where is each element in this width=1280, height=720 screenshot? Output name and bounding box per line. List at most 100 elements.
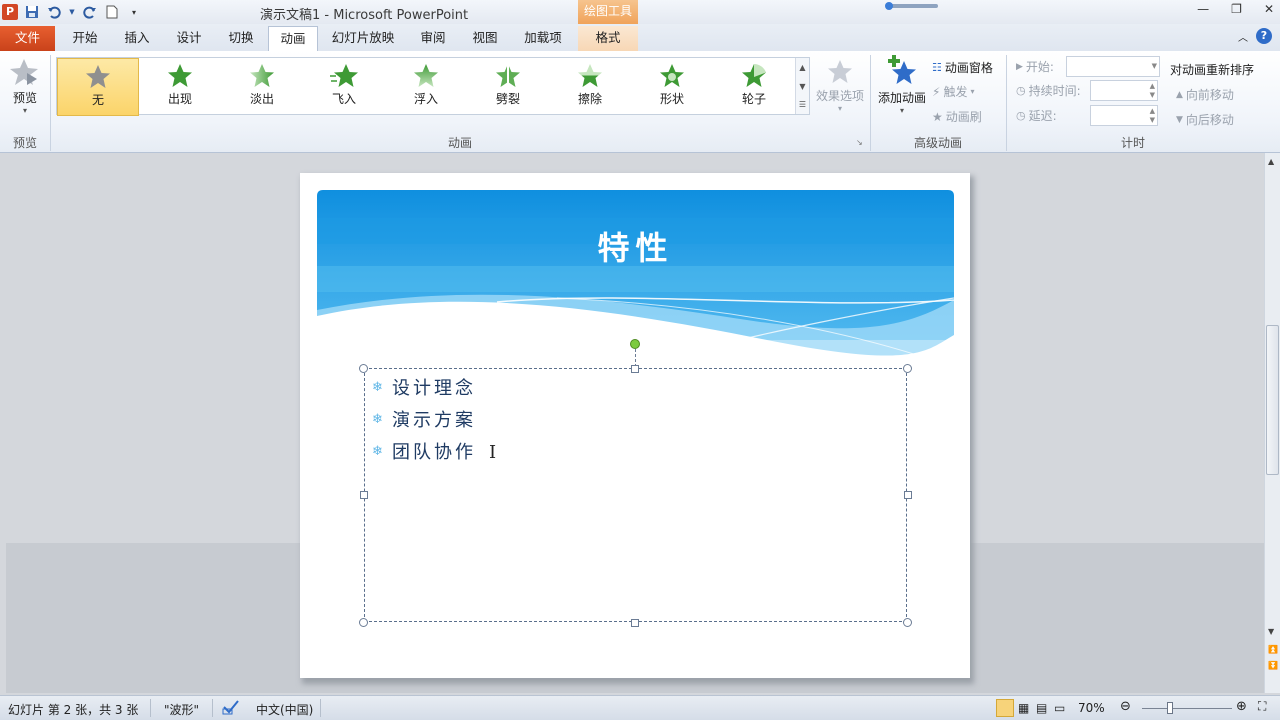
group-label-animation: 动画 xyxy=(447,136,472,150)
tab-view[interactable]: 视图 xyxy=(462,26,508,51)
animation-label: 劈裂 xyxy=(495,92,520,106)
animation-painter-icon: ★ xyxy=(932,109,943,124)
save-icon[interactable] xyxy=(24,4,40,20)
move-later-label: 向后移动 xyxy=(1185,113,1234,127)
spell-check-icon[interactable] xyxy=(222,699,240,718)
dialog-launcher-icon[interactable]: ↘ xyxy=(856,138,863,147)
spin-up-icon[interactable]: ▲ xyxy=(1150,107,1155,115)
animation-label: 浮入 xyxy=(413,92,438,106)
tab-insert[interactable]: 插入 xyxy=(113,26,161,51)
zoom-out-icon[interactable]: ⊖ xyxy=(1120,699,1131,714)
spin-down-icon[interactable]: ▼ xyxy=(1150,116,1155,124)
star-fade-icon xyxy=(250,64,274,87)
fit-to-window-icon[interactable]: ⛶ xyxy=(1258,699,1266,714)
rotate-handle[interactable] xyxy=(630,339,640,349)
next-slide-icon[interactable]: ⏬ xyxy=(1268,661,1278,670)
slideshow-view-icon[interactable]: ▭ xyxy=(1054,701,1065,715)
redo-icon[interactable] xyxy=(82,4,98,20)
tab-transitions[interactable]: 切换 xyxy=(217,26,265,51)
add-animation-button[interactable]: 添加动画 ▾ xyxy=(876,55,928,115)
close-icon[interactable]: ✕ xyxy=(1264,2,1274,16)
animation-label: 无 xyxy=(91,93,104,107)
start-label-row: ▶ 开始: xyxy=(1016,58,1054,75)
theme-name[interactable]: "波形" xyxy=(164,701,199,718)
animation-none[interactable]: 无 xyxy=(57,58,139,116)
previous-slide-icon[interactable]: ⏫ xyxy=(1268,645,1278,654)
slide-title[interactable]: 特性 xyxy=(317,223,954,269)
gallery-scroll-down-icon[interactable]: ▼ xyxy=(795,77,809,96)
animation-painter-button[interactable]: ★ 动画刷 xyxy=(932,108,982,125)
wave-header-graphic xyxy=(317,190,954,360)
animation-float-in[interactable]: 浮入 xyxy=(385,58,467,116)
move-later-button[interactable]: ▼ 向后移动 xyxy=(1176,111,1234,128)
vertical-scrollbar[interactable]: ▲ ▼ ⏫ ⏬ xyxy=(1264,153,1280,693)
animation-pane-label: 动画窗格 xyxy=(944,61,993,75)
start-select[interactable]: ▼ xyxy=(1066,56,1160,77)
animation-gallery: 无 出现 淡出 飞入 浮入 劈裂 擦除 形状 轮子 ▲ ▼ ☰ xyxy=(56,57,810,116)
undo-dropdown-icon[interactable]: ▼ xyxy=(68,4,76,20)
customize-toolbar-icon[interactable]: ▾ xyxy=(126,4,142,20)
tab-slideshow[interactable]: 幻灯片放映 xyxy=(325,26,401,51)
language-indicator[interactable]: 中文(中国) xyxy=(256,701,313,718)
animation-fade[interactable]: 淡出 xyxy=(221,58,303,116)
delay-label-row: ◷ 延迟: xyxy=(1016,107,1057,124)
animation-appear[interactable]: 出现 xyxy=(139,58,221,116)
delay-input[interactable]: ▲ ▼ xyxy=(1090,105,1158,126)
animation-fly-in[interactable]: 飞入 xyxy=(303,58,385,116)
new-document-icon[interactable] xyxy=(104,4,120,20)
tab-format[interactable]: 格式 xyxy=(578,26,638,51)
undo-icon[interactable] xyxy=(46,4,62,20)
tab-addins[interactable]: 加载项 xyxy=(515,26,571,51)
effect-options-button[interactable]: 效果选项 ▾ xyxy=(812,57,868,113)
normal-view-icon[interactable] xyxy=(996,699,1014,717)
duration-input[interactable]: ▲ ▼ xyxy=(1090,80,1158,101)
effect-options-star-icon xyxy=(828,60,852,83)
status-separator xyxy=(150,699,151,717)
tab-home[interactable]: 开始 xyxy=(60,26,110,51)
animation-split[interactable]: 劈裂 xyxy=(467,58,549,116)
slide-workspace: 特性 ❄ 设计理念 ❄ 演示方案 ❄ 团队协作 I xyxy=(0,153,1264,693)
duration-label-row: ◷ 持续时间: xyxy=(1016,82,1081,99)
slide-counter: 幻灯片 第 2 张，共 3 张 xyxy=(8,703,139,717)
clock-icon: ◷ xyxy=(1016,84,1026,97)
gallery-scroll-up-icon[interactable]: ▲ xyxy=(795,58,809,77)
star-shape-icon xyxy=(660,64,684,87)
tab-animations[interactable]: 动画 xyxy=(268,26,318,51)
reading-view-icon[interactable]: ▤ xyxy=(1036,701,1047,715)
zoom-slider-track[interactable] xyxy=(1142,708,1232,709)
animation-shape[interactable]: 形状 xyxy=(631,58,713,116)
tab-design[interactable]: 设计 xyxy=(165,26,213,51)
help-icon[interactable]: ? xyxy=(1256,28,1272,44)
scroll-down-icon[interactable]: ▼ xyxy=(1268,627,1274,636)
animation-label: 轮子 xyxy=(741,92,766,106)
move-earlier-button[interactable]: ▲ 向前移动 xyxy=(1176,86,1234,103)
scrollbar-thumb[interactable] xyxy=(1266,325,1279,475)
gallery-more-icon[interactable]: ☰ xyxy=(795,96,809,114)
spin-up-icon[interactable]: ▲ xyxy=(1150,82,1155,90)
animation-wheel[interactable]: 轮子 xyxy=(713,58,795,116)
dropdown-arrow-icon: ▾ xyxy=(837,104,842,113)
add-animation-label: 添加动画 xyxy=(877,91,926,105)
star-split-icon xyxy=(496,64,520,87)
animation-label: 飞入 xyxy=(331,92,356,106)
scroll-up-icon[interactable]: ▲ xyxy=(1268,157,1274,166)
powerpoint-logo-icon[interactable]: P xyxy=(2,4,18,20)
zoom-level[interactable]: 70% xyxy=(1078,701,1105,715)
zoom-slider-thumb[interactable] xyxy=(1167,702,1173,714)
minimize-icon[interactable]: — xyxy=(1197,2,1209,16)
zoom-in-icon[interactable]: ⊕ xyxy=(1236,699,1247,714)
slide-sorter-view-icon[interactable]: ▦ xyxy=(1018,701,1029,715)
add-animation-icon xyxy=(888,55,916,84)
tab-file[interactable]: 文件 xyxy=(0,26,55,51)
restore-icon[interactable]: ❐ xyxy=(1231,2,1242,16)
trigger-button[interactable]: ⚡ 触发 ▾ xyxy=(932,83,974,100)
preview-button[interactable]: 预览 ▾ xyxy=(6,57,44,115)
animation-pane-button[interactable]: ☷ 动画窗格 xyxy=(932,59,993,76)
collapse-ribbon-icon[interactable]: ︿ xyxy=(1238,29,1248,44)
tab-review[interactable]: 审阅 xyxy=(410,26,456,51)
spin-down-icon[interactable]: ▼ xyxy=(1150,91,1155,99)
ribbon-controls: ︿ ? xyxy=(1238,28,1272,44)
content-placeholder[interactable] xyxy=(364,368,907,622)
animation-wipe[interactable]: 擦除 xyxy=(549,58,631,116)
dropdown-arrow-icon: ▾ xyxy=(899,106,904,115)
